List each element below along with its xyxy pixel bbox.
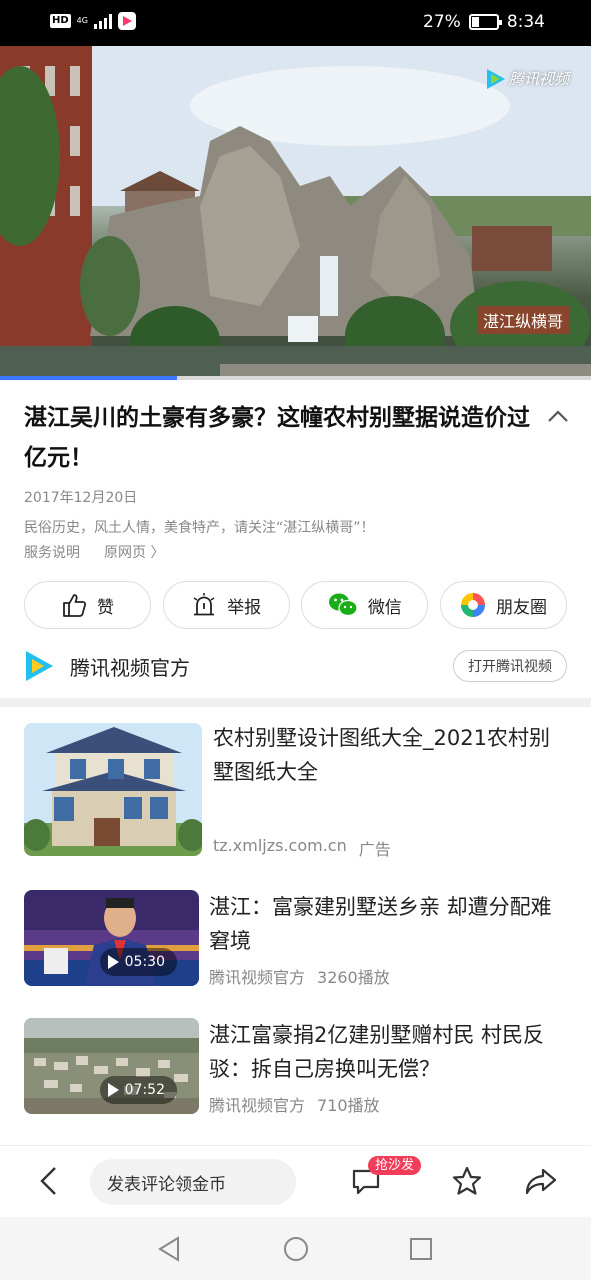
feed-thumbnail: 07:52 — [24, 1018, 199, 1114]
feed-title: 农村别墅设计图纸大全_2021农村别墅图纸大全 — [213, 726, 550, 784]
feed-thumbnail: 05:30 — [24, 890, 199, 986]
thumbs-up-icon — [63, 594, 87, 617]
feed-item-ad[interactable]: 农村别墅设计图纸大全_2021农村别墅图纸大全 tz.xmljzs.com.cn… — [24, 723, 567, 860]
feed-meta: tz.xmljzs.com.cn 广告 — [213, 836, 391, 860]
wechat-label: 微信 — [367, 597, 402, 618]
moments-label: 朋友圈 — [495, 597, 547, 618]
channel-watermark: 湛江纵横哥 — [476, 306, 569, 334]
alarm-report-icon — [193, 593, 215, 616]
share-arrow-icon[interactable] — [524, 1165, 558, 1197]
feed-item-video[interactable]: 05:30 湛江：富豪建别墅送乡亲 却遭分配难窘境 腾讯视频官方 3260播放 — [24, 890, 567, 988]
article-description: 民俗历史，风土人情，美食特产，请关注“湛江纵横哥”！ — [24, 520, 375, 536]
video-progress-fill — [0, 376, 178, 380]
wechat-share-button[interactable]: 微信 — [301, 581, 429, 629]
play-icon — [107, 1083, 119, 1097]
duration-badge: 07:52 — [99, 1076, 177, 1104]
ad-tag: 广告 — [358, 840, 391, 859]
article-title: 湛江吴川的土豪有多豪？这幢农村别墅据说造价过亿元！ — [24, 405, 530, 471]
nav-back-icon[interactable] — [156, 1235, 182, 1263]
video-progress-bar[interactable] — [0, 376, 591, 380]
page: HD 4G 27% 8:34 腾讯视频 湛江纵横哥 湛江吴川的土豪有多豪？这幢农… — [0, 0, 591, 1280]
ad-domain: tz.xmljzs.com.cn — [213, 836, 347, 855]
collapse-chevron-up-icon[interactable] — [547, 406, 569, 428]
network-badge: 4G — [76, 16, 88, 25]
wechat-icon — [328, 593, 358, 617]
nav-home-icon[interactable] — [282, 1235, 310, 1263]
tencent-video-logo-icon — [24, 651, 54, 681]
status-left: HD 4G — [50, 12, 136, 30]
bottom-action-bar: 发表评论领金币 抢沙发 — [0, 1145, 591, 1217]
feed-source: 腾讯视频官方 — [209, 1096, 306, 1115]
tencent-video-logo-icon — [485, 68, 505, 89]
like-button[interactable]: 赞 — [24, 581, 151, 629]
feed-plays: 710播放 — [317, 1096, 380, 1115]
play-icon — [107, 955, 119, 969]
moments-camera-icon — [460, 593, 485, 617]
favorite-star-icon[interactable] — [451, 1165, 483, 1197]
feed-meta: 腾讯视频官方 710播放 — [209, 1092, 380, 1116]
open-tencent-video-button[interactable]: 打开腾讯视频 — [453, 650, 567, 682]
villa-render-image — [24, 723, 202, 856]
hd-badge: HD — [50, 14, 71, 28]
feed-plays: 3260播放 — [317, 968, 390, 987]
system-nav-bar — [0, 1217, 591, 1280]
battery-percent: 27% — [423, 12, 461, 32]
section-divider — [0, 698, 591, 707]
moments-share-button[interactable]: 朋友圈 — [439, 581, 567, 629]
feed-title: 湛江：富豪建别墅送乡亲 却遭分配难窘境 — [209, 895, 552, 953]
tencent-video-watermark: 腾讯视频 — [485, 68, 569, 89]
feed-meta: 腾讯视频官方 3260播放 — [209, 964, 390, 988]
report-button[interactable]: 举报 — [162, 581, 290, 629]
feed-item-video[interactable]: 07:52 湛江富豪捐2亿建别墅赠村民 村民反驳：拆自己房换叫无偿？ 腾讯视频官… — [24, 1018, 567, 1116]
duration-text: 05:30 — [124, 954, 165, 970]
clock: 8:34 — [506, 12, 545, 32]
app-notification-icon — [117, 12, 136, 30]
comment-input[interactable]: 发表评论领金币 — [90, 1159, 296, 1205]
status-bar: HD 4G 27% 8:34 — [0, 0, 591, 46]
feed-source: 腾讯视频官方 — [209, 968, 306, 987]
feed-thumbnail — [24, 723, 202, 856]
back-arrow-icon[interactable] — [36, 1166, 62, 1196]
source-row: 腾讯视频官方 打开腾讯视频 — [24, 648, 567, 684]
like-label: 赞 — [97, 597, 114, 618]
publish-date: 2017年12月20日 — [24, 490, 138, 506]
action-buttons: 赞 举报 微信 朋友圈 — [24, 581, 567, 629]
sofa-badge: 抢沙发 — [368, 1156, 422, 1175]
signal-icon — [93, 13, 112, 29]
video-player[interactable]: 腾讯视频 湛江纵横哥 — [0, 46, 591, 380]
feed-title: 湛江富豪捐2亿建别墅赠村民 村民反驳：拆自己房换叫无偿？ — [209, 1023, 545, 1081]
original-page-link[interactable]: 原网页 〉 — [104, 542, 164, 562]
duration-badge: 05:30 — [99, 948, 177, 976]
watermark-brand-text: 腾讯视频 — [508, 70, 569, 88]
duration-text: 07:52 — [124, 1082, 165, 1098]
service-info-link[interactable]: 服务说明 — [24, 542, 80, 562]
report-label: 举报 — [227, 597, 262, 618]
source-name[interactable]: 腾讯视频官方 — [70, 652, 190, 681]
battery-icon — [468, 14, 502, 30]
status-right: 27% 8:34 — [423, 12, 545, 32]
nav-recents-icon[interactable] — [408, 1235, 434, 1263]
article-links: 服务说明 原网页 〉 — [24, 542, 164, 562]
